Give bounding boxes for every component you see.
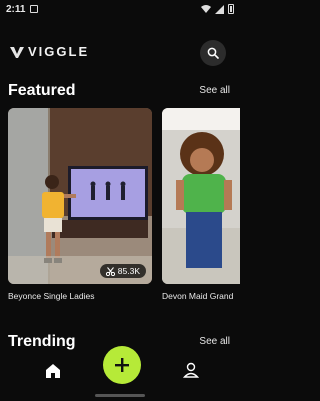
plus-icon	[115, 358, 129, 372]
app-header: VIGGLE	[0, 36, 240, 68]
status-bar: 2:11	[0, 0, 240, 18]
featured-card[interactable]: Devon Maid Grand	[162, 108, 240, 308]
trending-title: Trending	[8, 333, 76, 350]
gesture-bar	[95, 394, 145, 397]
scissors-icon	[105, 266, 115, 276]
app-name: VIGGLE	[28, 44, 90, 59]
profile-icon[interactable]	[182, 361, 200, 379]
create-button[interactable]	[103, 346, 141, 384]
battery-icon	[228, 4, 234, 14]
notification-icon	[30, 5, 39, 13]
search-button[interactable]	[200, 40, 226, 66]
status-icons	[201, 4, 234, 14]
bottom-navigation	[0, 346, 240, 401]
wifi-icon	[201, 5, 211, 13]
card-caption: Devon Maid Grand	[162, 291, 234, 301]
card-caption: Beyonce Single Ladies	[8, 291, 95, 301]
card-thumbnail[interactable]: 85.3K	[8, 108, 152, 284]
featured-section-header: Featured See all	[0, 80, 240, 102]
status-time: 2:11	[6, 3, 26, 15]
app-logo: VIGGLE	[10, 44, 89, 59]
featured-carousel[interactable]: 85.3K Beyonce Single Ladies Devon Maid G…	[0, 108, 240, 308]
signal-icon	[215, 4, 224, 14]
featured-see-all-link[interactable]: See all	[199, 85, 230, 96]
card-thumbnail[interactable]	[162, 108, 240, 284]
trending-see-all-link[interactable]: See all	[199, 336, 230, 347]
search-icon	[207, 47, 219, 59]
view-count-badge: 85.3K	[99, 264, 146, 278]
card-thumbnail-image	[162, 108, 240, 284]
featured-card[interactable]: 85.3K Beyonce Single Ladies	[8, 108, 152, 308]
view-count: 85.3K	[117, 266, 140, 276]
featured-title: Featured	[8, 82, 76, 99]
viggle-logo-icon	[10, 46, 24, 58]
card-thumbnail-image	[8, 108, 152, 284]
home-icon[interactable]	[44, 362, 62, 380]
